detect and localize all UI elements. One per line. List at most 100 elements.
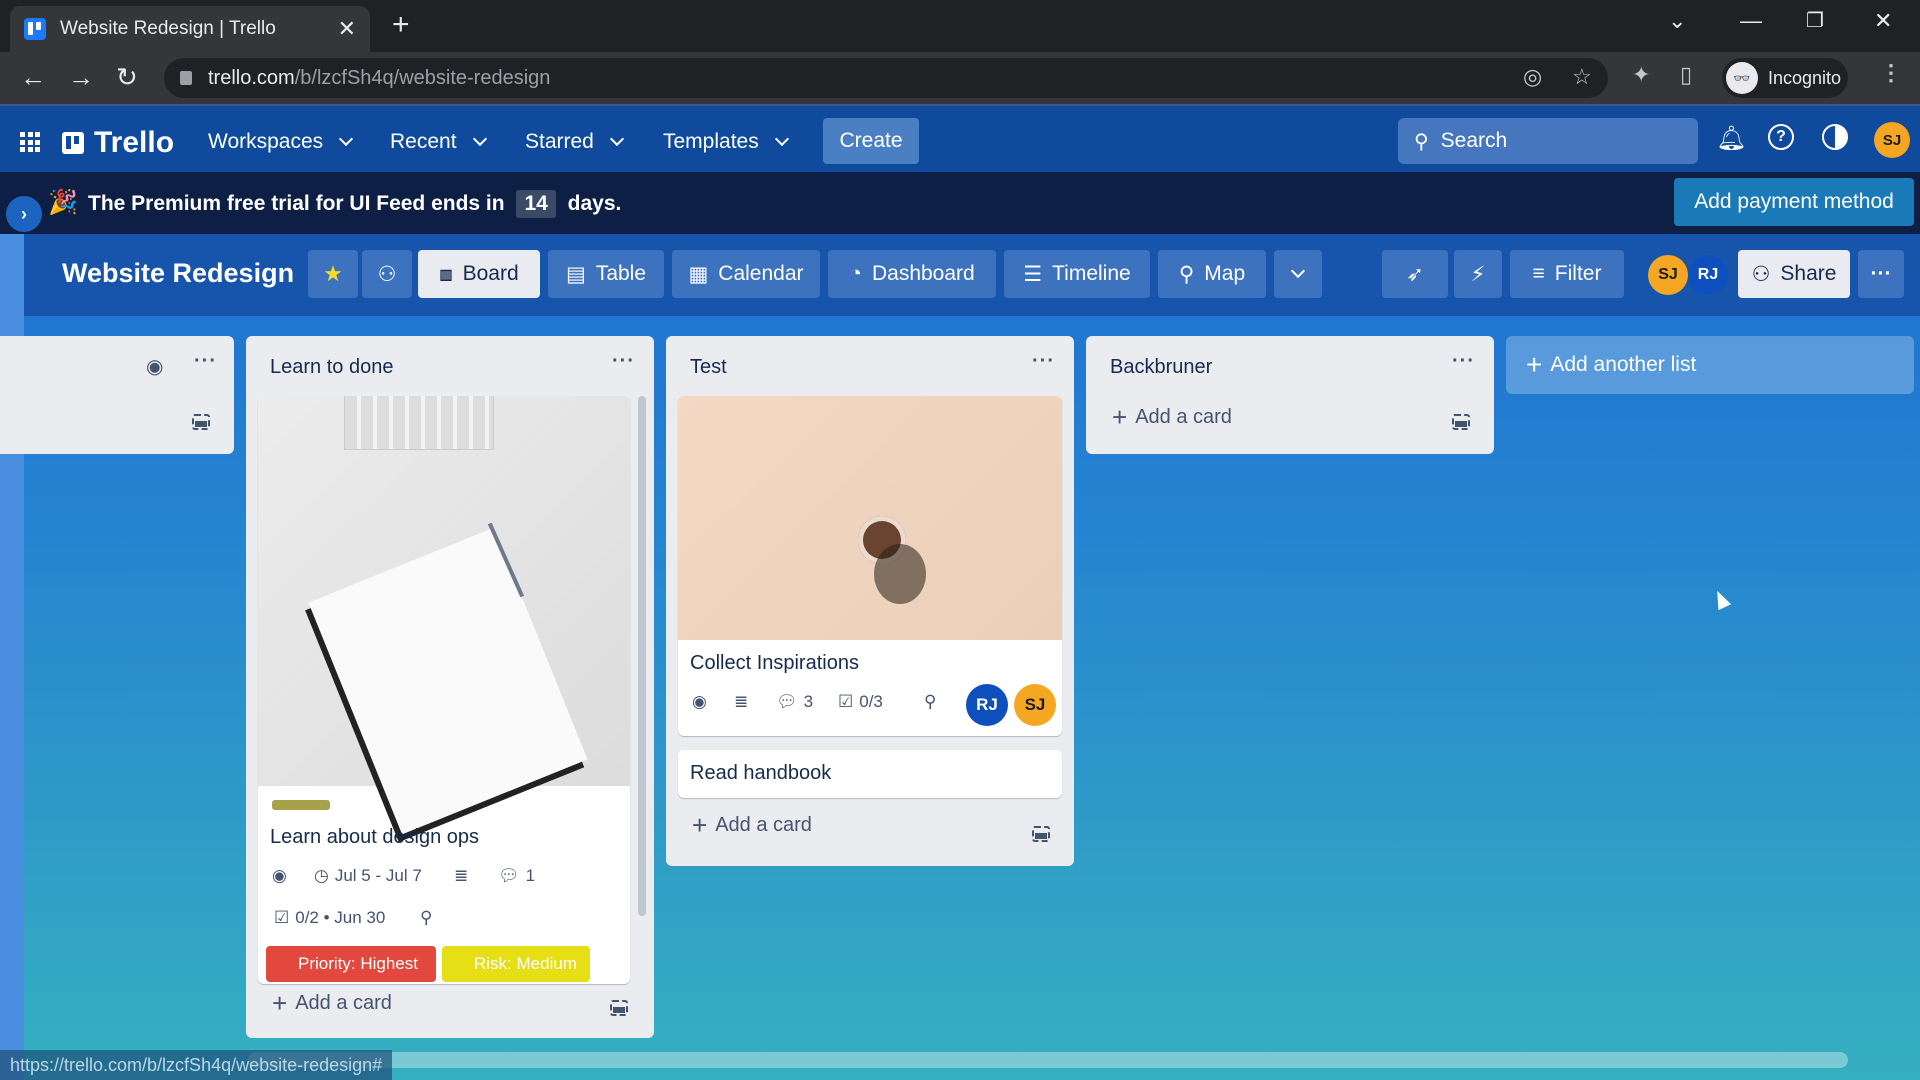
- workspace-visibility-button[interactable]: ⚇: [362, 250, 412, 298]
- dates-badge[interactable]: ◷ Jul 5 - Jul 7: [314, 866, 422, 886]
- trial-message: The Premium free trial for UI Feed ends …: [88, 190, 621, 218]
- view-board[interactable]: ▥ Board: [418, 250, 540, 298]
- close-window-icon[interactable]: ✕: [1874, 8, 1892, 34]
- view-dashboard[interactable]: ◔ Dashboard: [828, 250, 996, 298]
- board-title[interactable]: Website Redesign: [62, 258, 294, 289]
- list-title[interactable]: Learn to done: [270, 356, 393, 379]
- view-label: Map: [1204, 262, 1246, 285]
- chevron-down-icon: [1290, 263, 1306, 279]
- list-title[interactable]: Test: [690, 356, 727, 379]
- chevron-down-icon: [339, 131, 354, 147]
- add-payment-method-button[interactable]: Add payment method: [1674, 178, 1914, 226]
- url-input[interactable]: trello.com/b/lzcfSh4q/website-redesign: [164, 58, 1608, 98]
- extensions-icon[interactable]: ✦: [1632, 62, 1650, 88]
- nav-recent[interactable]: Recent: [390, 130, 487, 154]
- chevron-down-icon: [609, 131, 624, 147]
- view-table[interactable]: ▤ Table: [548, 250, 664, 298]
- view-label: Board: [462, 262, 519, 285]
- incognito-profile[interactable]: 👓 Incognito: [1722, 58, 1848, 98]
- restore-icon[interactable]: ❐: [1806, 8, 1824, 33]
- sidebar-expand-button[interactable]: ›: [6, 196, 42, 232]
- power-ups-button[interactable]: ➶: [1382, 250, 1448, 298]
- search-input[interactable]: ⚲ Search: [1398, 118, 1698, 164]
- card-template-icon[interactable]: [1452, 414, 1470, 430]
- label-strip[interactable]: [272, 800, 330, 810]
- user-avatar[interactable]: SJ: [1874, 122, 1910, 158]
- filter-button[interactable]: ≡ Filter: [1510, 250, 1624, 298]
- watch-icon[interactable]: ◉: [146, 354, 163, 379]
- view-label: Timeline: [1052, 262, 1131, 285]
- description-icon: ≣: [734, 692, 749, 711]
- url-host: trello.com: [208, 66, 295, 89]
- label-risk[interactable]: Risk: Medium: [442, 946, 590, 982]
- nav-starred[interactable]: Starred: [525, 130, 624, 154]
- minimize-icon[interactable]: —: [1740, 8, 1762, 34]
- forward-icon[interactable]: →: [68, 62, 94, 93]
- reload-icon[interactable]: ↻: [116, 62, 138, 93]
- board-horizontal-scrollbar[interactable]: [248, 1052, 1848, 1068]
- card-template-icon[interactable]: [1032, 826, 1050, 842]
- map-pin-icon: ⚲: [1178, 262, 1195, 286]
- app-switcher-icon[interactable]: [20, 132, 40, 152]
- side-panel-icon[interactable]: ▯: [1680, 62, 1692, 88]
- comment-count: 1: [525, 866, 536, 885]
- logo-text: Trello: [94, 126, 175, 159]
- browser-tab-bar: Website Redesign | Trello ✕ + ⌄ — ❐ ✕: [0, 0, 1920, 52]
- create-button[interactable]: Create: [823, 118, 919, 164]
- add-card-label: Add a card: [295, 992, 392, 1014]
- help-icon[interactable]: ?: [1768, 124, 1794, 150]
- nav-workspaces[interactable]: Workspaces: [208, 130, 354, 154]
- notifications-bell-icon[interactable]: 🔔︎: [1716, 124, 1746, 153]
- bookmark-star-icon[interactable]: ☆: [1572, 64, 1592, 90]
- browser-tab[interactable]: Website Redesign | Trello ✕: [10, 6, 370, 52]
- lightning-icon: ⚡︎: [1470, 262, 1486, 286]
- card-member-avatar[interactable]: RJ: [966, 684, 1008, 726]
- theme-toggle-icon[interactable]: [1822, 124, 1848, 150]
- member-avatar[interactable]: RJ: [1688, 255, 1728, 295]
- list-menu-icon[interactable]: ···: [1032, 350, 1055, 373]
- trello-logo-icon: [62, 132, 84, 154]
- clock-icon: ◷: [314, 866, 329, 885]
- list-scrollbar[interactable]: [638, 396, 646, 916]
- back-icon[interactable]: ←: [20, 62, 46, 93]
- list-menu-icon[interactable]: ···: [1452, 350, 1475, 373]
- card-read-handbook[interactable]: Read handbook: [678, 750, 1062, 798]
- new-tab-button[interactable]: +: [392, 8, 410, 42]
- close-tab-icon[interactable]: ✕: [338, 16, 356, 42]
- location-badge: ⚲: [924, 692, 936, 712]
- board-menu-button[interactable]: ···: [1858, 250, 1904, 298]
- member-avatar[interactable]: SJ: [1648, 255, 1688, 295]
- add-card-button[interactable]: + Add a card: [272, 988, 392, 1019]
- nav-templates[interactable]: Templates: [663, 130, 789, 154]
- trello-logo[interactable]: Trello: [62, 126, 174, 160]
- more-views-button[interactable]: [1274, 250, 1322, 298]
- tab-search-icon[interactable]: ⌄: [1668, 8, 1686, 34]
- list-title[interactable]: Backbruner: [1110, 356, 1212, 379]
- browser-menu-icon[interactable]: ⋮: [1880, 60, 1902, 86]
- checklist-text: 0/3: [859, 692, 883, 711]
- add-another-list-button[interactable]: + Add another list: [1506, 336, 1914, 394]
- card-collect-inspirations[interactable]: Collect Inspirations ◉ ≣ 💬︎ 3 ☑ 0/3 ⚲ RJ S…: [678, 396, 1062, 736]
- people-icon: ⚇: [377, 262, 397, 286]
- add-card-button[interactable]: + Add a card: [692, 810, 812, 841]
- view-label: Dashboard: [871, 262, 975, 285]
- label-priority[interactable]: Priority: Highest: [266, 946, 436, 982]
- search-icon: ⚲: [1414, 130, 1429, 153]
- card-member-avatar[interactable]: SJ: [1014, 684, 1056, 726]
- card-template-icon[interactable]: [192, 414, 210, 430]
- nav-label: Templates: [663, 130, 759, 153]
- automation-button[interactable]: ⚡︎: [1454, 250, 1502, 298]
- map-pin-icon: ⚲: [924, 692, 937, 711]
- add-card-button[interactable]: + Add a card: [1112, 402, 1232, 433]
- card-template-icon[interactable]: [610, 1000, 628, 1016]
- view-timeline[interactable]: ☰ Timeline: [1004, 250, 1150, 298]
- view-map[interactable]: ⚲ Map: [1158, 250, 1266, 298]
- tracking-protection-icon[interactable]: ◎: [1523, 64, 1542, 90]
- list-menu-icon[interactable]: ···: [194, 350, 217, 373]
- list-menu-icon[interactable]: ···: [612, 350, 635, 373]
- share-button[interactable]: ⚇ Share: [1738, 250, 1850, 298]
- comments-badge: 💬︎ 1: [498, 866, 535, 886]
- star-board-button[interactable]: ★: [308, 250, 358, 298]
- card-learn-about-design-ops[interactable]: Learn about design ops ◉ ◷ Jul 5 - Jul 7 …: [258, 396, 630, 984]
- view-calendar[interactable]: ▦ Calendar: [672, 250, 820, 298]
